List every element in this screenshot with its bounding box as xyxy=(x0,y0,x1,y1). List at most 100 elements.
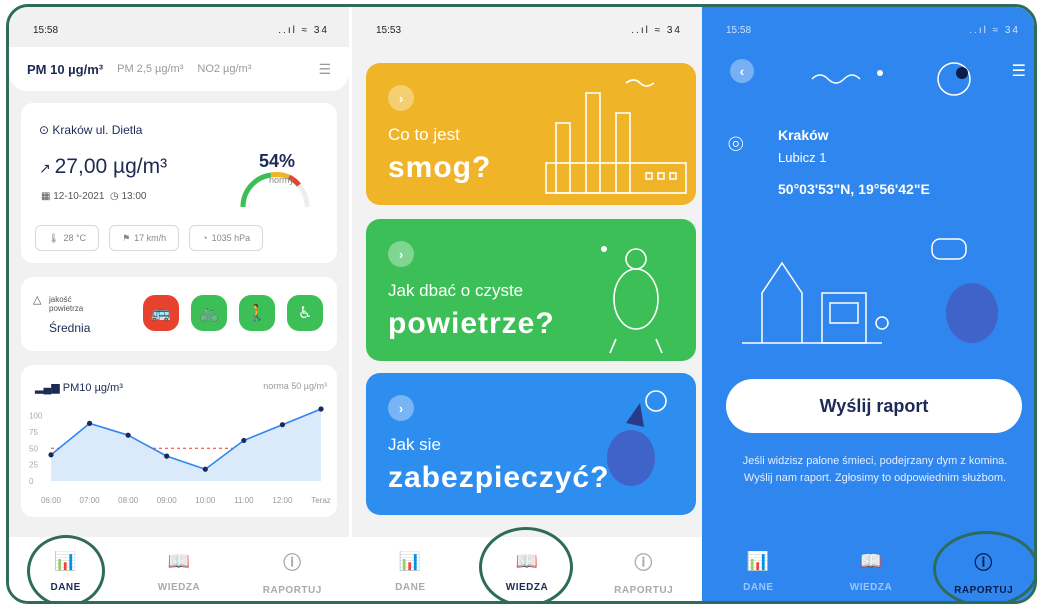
card-line1: Co to jest xyxy=(388,125,460,144)
stroller-icon[interactable]: ♿ xyxy=(287,295,323,331)
chart-title: ▂▄▆ PM10 µg/m³ xyxy=(35,381,123,394)
y-tick-label: 25 xyxy=(29,461,38,470)
nav-raportuj-label: RAPORTUJ xyxy=(262,584,322,596)
screen-dane: 15:58 ..ıl ≈ 34 PM 10 µg/m³ PM 2,5 µg/m³… xyxy=(9,7,349,601)
x-tick-label: 09:00 xyxy=(157,496,178,505)
card-line2: smog? xyxy=(388,151,492,184)
walking-icon[interactable]: 🚶 xyxy=(239,295,275,331)
bottom-nav: 📊 DANE 📖 WIEDZA ⓘ RAPORTUJ xyxy=(9,537,349,601)
nav-dane[interactable]: 📊 DANE xyxy=(26,551,106,593)
send-report-button[interactable]: Wyślij raport xyxy=(726,379,1022,433)
norm-percent: 54% xyxy=(259,151,296,171)
status-icons: ..ıl ≈ 34 xyxy=(278,25,329,36)
warning-icon: △ xyxy=(33,294,42,306)
nav-raportuj[interactable]: ⓘ RAPORTUJ xyxy=(604,549,684,596)
x-tick-label: 06:00 xyxy=(41,496,62,505)
pressure-icon: ◔ xyxy=(202,233,208,243)
chevron-right-icon[interactable]: › xyxy=(388,241,414,267)
screen-raportuj: 15:58 ..ıl ≈ 34 ‹ ☰ ⌾ Kraków Lubicz 1 50… xyxy=(702,7,1034,601)
nav-wiedza-label: WIEDZA xyxy=(505,582,549,593)
pm-chart-card: ▂▄▆ PM10 µg/m³ norma 50 µg/m³ 100 75 50 25 0… xyxy=(21,365,337,517)
tab-pm25[interactable]: PM 2,5 µg/m³ xyxy=(117,63,183,75)
presentation-icon: 📊 xyxy=(746,551,770,571)
sky-decoration xyxy=(811,62,971,96)
air-quality-label: jakość powietrza xyxy=(49,295,84,313)
card-line1: Jak dbać o czyste xyxy=(388,281,524,300)
report-city: Kraków xyxy=(778,127,829,143)
status-time: 15:53 xyxy=(376,25,402,36)
settings-sliders-icon[interactable]: ☰ xyxy=(1012,61,1026,81)
thermometer-icon: 🌡 xyxy=(48,232,60,243)
bus-icon[interactable]: 🚌 xyxy=(143,295,179,331)
nav-dane[interactable]: 📊 DANE xyxy=(370,551,450,593)
status-time: 15:58 xyxy=(33,25,59,36)
pm-value-text: 27,00 µg/m³ xyxy=(54,155,168,178)
wizard-illustration xyxy=(607,390,667,486)
y-tick-label: 0 xyxy=(29,477,34,486)
status-bar: 15:58 ..ıl ≈ 34 xyxy=(726,25,1020,36)
status-bar: 15:53 ..ıl ≈ 34 xyxy=(376,25,682,36)
chevron-right-icon[interactable]: › xyxy=(388,85,414,111)
card-line1: Jak sie xyxy=(388,435,441,454)
temperature-text: 28 °C xyxy=(63,233,87,243)
x-tick-label: Teraz xyxy=(311,496,331,505)
weather-chips: 🌡 28 °C ⚑ 17 km/h ◔ 1035 hPa xyxy=(35,225,264,251)
alert-icon: ⓘ xyxy=(974,552,993,573)
pressure-text: 1035 hPa xyxy=(211,233,251,243)
data-point xyxy=(241,437,247,444)
clock-icon: ◷ xyxy=(109,191,122,202)
pm10-line-chart: 100 75 50 25 0 06:00 07:00 08:00 09:00 10:00 11:00… xyxy=(29,406,331,505)
dragon-illustration xyxy=(601,246,663,354)
series-area xyxy=(51,409,321,481)
city-illustration xyxy=(742,238,998,344)
norm-label: normy xyxy=(269,175,295,185)
air-quality-card: △ jakość powietrza Średnia 🚌 🚲 🚶 ♿ xyxy=(21,277,337,351)
trend-icon: ↗ xyxy=(39,160,55,176)
wind-chip: ⚑ 17 km/h xyxy=(109,225,180,251)
bottom-nav: 📊 DANE 📖 WIEDZA ⓘ RAPORTUJ xyxy=(352,537,702,601)
status-icons: ..ıl ≈ 34 xyxy=(969,25,1020,36)
book-icon: 📖 xyxy=(859,551,883,571)
knowledge-card-smog[interactable]: › Co to jest smog? xyxy=(366,63,696,205)
presentation-icon: 📊 xyxy=(398,551,422,571)
date-text: 12-10-2021 xyxy=(53,191,105,202)
alert-icon: ⓘ xyxy=(634,552,653,573)
nav-wiedza[interactable]: 📖 WIEDZA xyxy=(831,551,911,593)
nav-raportuj[interactable]: ⓘ RAPORTUJ xyxy=(944,549,1024,596)
chart-norm: norma 50 µg/m³ xyxy=(263,381,327,391)
measurement-card: ⊙ Kraków ul. Dietla ↗ 27,00 µg/m³ ▦ 12-1… xyxy=(21,103,337,263)
x-tick-label: 12:00 xyxy=(272,496,293,505)
data-point xyxy=(48,452,54,458)
card-line2: powietrze? xyxy=(388,307,555,340)
bicycle-icon[interactable]: 🚲 xyxy=(191,295,227,331)
filter-icon[interactable]: ☰ xyxy=(318,61,331,78)
nav-wiedza[interactable]: 📖 WIEDZA xyxy=(487,551,567,593)
data-point xyxy=(86,420,93,426)
nav-wiedza-label: WIEDZA xyxy=(849,582,893,593)
back-button[interactable]: ‹ xyxy=(730,59,754,83)
nav-wiedza-label: WIEDZA xyxy=(157,582,201,593)
knowledge-card-clean-air[interactable]: › Jak dbać o czyste powietrze? xyxy=(366,219,696,361)
y-tick-label: 100 xyxy=(29,412,43,421)
air-quality-value: Średnia xyxy=(49,321,91,335)
nav-raportuj-label: RAPORTUJ xyxy=(614,584,674,596)
wind-flag-icon: ⚑ xyxy=(122,232,131,243)
nav-wiedza[interactable]: 📖 WIEDZA xyxy=(139,551,219,593)
station-name: Kraków ul. Dietla xyxy=(52,123,143,137)
tab-pm10[interactable]: PM 10 µg/m³ xyxy=(27,62,103,77)
nav-dane-label: DANE xyxy=(743,582,774,593)
nav-dane[interactable]: 📊 DANE xyxy=(718,551,798,593)
pollutant-tabs: PM 10 µg/m³ PM 2,5 µg/m³ NO2 µg/m³ ☰ xyxy=(9,47,349,91)
status-bar: 15:58 ..ıl ≈ 34 xyxy=(33,25,329,36)
report-info-text: Jeśli widzisz palone śmieci, podejrzany … xyxy=(742,455,1008,484)
tab-no2[interactable]: NO2 µg/m³ xyxy=(197,63,251,75)
bottom-nav: 📊 DANE 📖 WIEDZA ⓘ RAPORTUJ xyxy=(702,537,1034,601)
chevron-right-icon[interactable]: › xyxy=(388,395,414,421)
nav-raportuj[interactable]: ⓘ RAPORTUJ xyxy=(252,549,332,596)
location-pin-icon: ⌾ xyxy=(728,129,744,159)
y-tick-label: 75 xyxy=(29,428,38,437)
data-point xyxy=(318,406,324,412)
knowledge-card-protect[interactable]: › Jak sie zabezpieczyć? xyxy=(366,373,696,515)
app-mockup-frame: 15:58 ..ıl ≈ 34 PM 10 µg/m³ PM 2,5 µg/m³… xyxy=(6,4,1037,604)
presentation-icon: 📊 xyxy=(54,551,78,571)
